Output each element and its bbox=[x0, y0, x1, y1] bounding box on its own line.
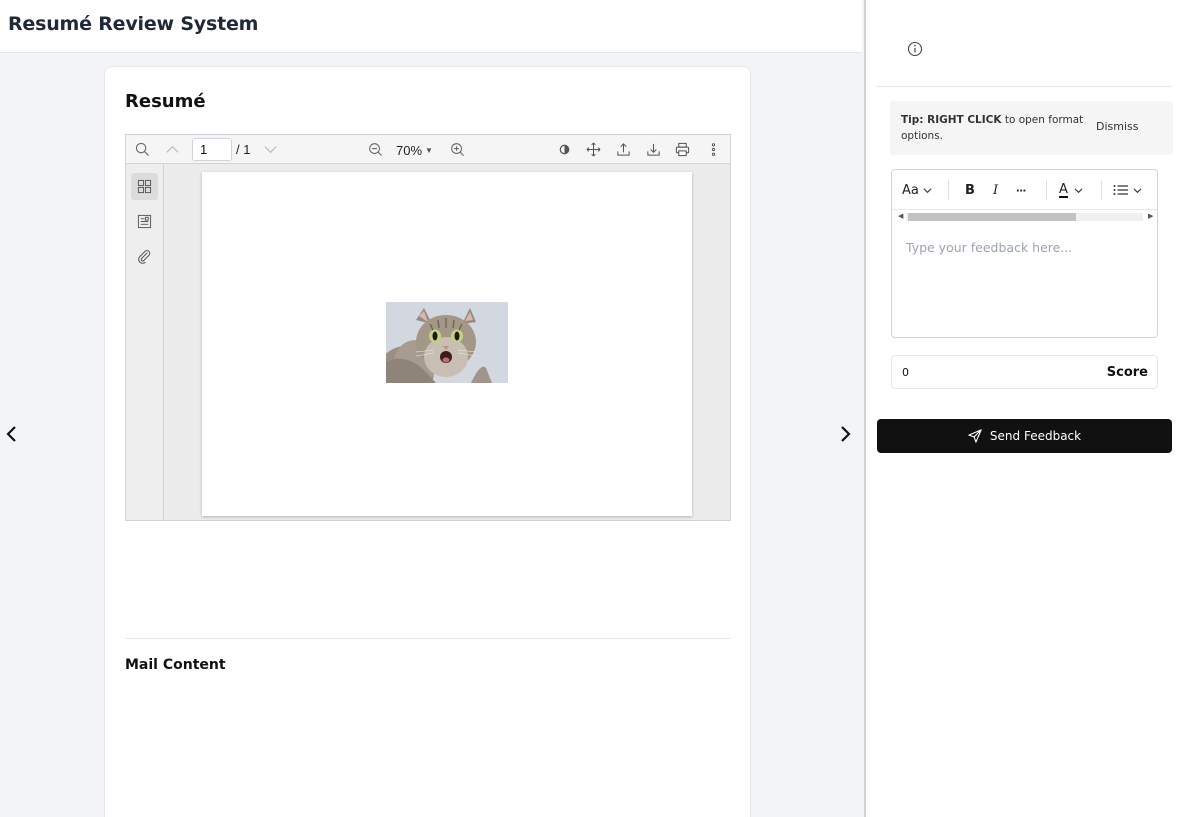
download-icon[interactable] bbox=[644, 140, 662, 158]
score-value: 0 bbox=[902, 366, 909, 379]
outline-icon[interactable] bbox=[131, 208, 158, 235]
info-icon[interactable] bbox=[906, 40, 924, 58]
chevron-left-icon bbox=[6, 426, 16, 442]
search-icon[interactable] bbox=[133, 140, 151, 158]
thumbnails-icon[interactable] bbox=[131, 173, 158, 200]
feedback-editor: Aa B I ··· A ◀ ▶ Type your feedback here… bbox=[891, 169, 1158, 338]
tip-banner: Tip: RIGHT CLICK to open format options.… bbox=[890, 101, 1173, 155]
score-label: Score bbox=[1106, 365, 1148, 380]
font-color-label: A bbox=[1059, 181, 1068, 198]
next-resume-button[interactable] bbox=[833, 420, 857, 448]
toolbar-separator bbox=[1046, 180, 1047, 200]
pdf-canvas bbox=[165, 164, 730, 520]
italic-button[interactable]: I bbox=[993, 181, 998, 199]
previous-resume-button[interactable] bbox=[0, 420, 24, 448]
panel-divider bbox=[876, 86, 1172, 87]
page-up-icon[interactable] bbox=[163, 140, 181, 158]
editor-toolbar: Aa B I ··· A bbox=[892, 170, 1157, 210]
list-icon bbox=[1113, 185, 1128, 195]
font-color-dropdown[interactable]: A bbox=[1059, 181, 1083, 199]
chevron-down-icon bbox=[1133, 187, 1142, 193]
pan-icon[interactable] bbox=[584, 140, 602, 158]
send-icon bbox=[968, 429, 982, 443]
dismiss-button[interactable]: Dismiss bbox=[1096, 120, 1139, 133]
zoom-out-icon[interactable] bbox=[366, 140, 384, 158]
send-feedback-button[interactable]: Send Feedback bbox=[877, 419, 1172, 453]
cat-photo bbox=[386, 302, 508, 383]
pdf-sidebar bbox=[126, 164, 164, 520]
app-header: Resumé Review System bbox=[0, 0, 862, 53]
attachment-icon[interactable] bbox=[131, 243, 158, 270]
scrollbar-thumb[interactable] bbox=[908, 213, 1076, 221]
tip-prefix: Tip: RIGHT CLICK bbox=[901, 114, 1002, 126]
bold-button[interactable]: B bbox=[965, 181, 975, 199]
toolbar-separator bbox=[948, 180, 949, 200]
scroll-right-icon[interactable]: ▶ bbox=[1148, 212, 1153, 222]
annotate-icon[interactable] bbox=[555, 140, 573, 158]
chevron-right-icon bbox=[841, 426, 851, 442]
pdf-viewer: / 1 70%▼ bbox=[125, 134, 731, 521]
zoom-in-icon[interactable] bbox=[448, 140, 466, 158]
resume-title: Resumé bbox=[125, 91, 206, 112]
upload-icon[interactable] bbox=[614, 140, 632, 158]
section-divider bbox=[125, 638, 731, 639]
feedback-panel: Tip: RIGHT CLICK to open format options.… bbox=[864, 0, 1182, 817]
more-icon[interactable] bbox=[704, 140, 722, 158]
list-dropdown[interactable] bbox=[1113, 181, 1142, 199]
feedback-text-area[interactable]: Type your feedback here... bbox=[906, 240, 1072, 255]
page-total: / 1 bbox=[236, 142, 251, 157]
page-number-input[interactable] bbox=[192, 138, 232, 161]
font-size-dropdown[interactable]: Aa bbox=[902, 181, 932, 199]
zoom-value: 70% bbox=[396, 143, 423, 158]
print-icon[interactable] bbox=[673, 140, 691, 158]
caret-down-icon: ▼ bbox=[425, 146, 433, 155]
scroll-left-icon[interactable]: ◀ bbox=[898, 212, 903, 222]
tip-text: Tip: RIGHT CLICK to open format options. bbox=[901, 112, 1086, 144]
score-field[interactable]: 0 Score bbox=[891, 355, 1158, 389]
page-down-icon[interactable] bbox=[261, 140, 279, 158]
app-title: Resumé Review System bbox=[8, 13, 259, 35]
mail-content-title: Mail Content bbox=[125, 657, 226, 673]
chevron-down-icon bbox=[1074, 187, 1083, 193]
more-format-button[interactable]: ··· bbox=[1016, 181, 1027, 199]
toolbar-separator bbox=[1101, 180, 1102, 200]
toolbar-scrollbar[interactable]: ◀ ▶ bbox=[896, 212, 1153, 222]
send-feedback-label: Send Feedback bbox=[989, 429, 1082, 443]
resume-card: Resumé / 1 70%▼ bbox=[104, 66, 751, 817]
font-label: Aa bbox=[902, 182, 919, 198]
pdf-toolbar: / 1 70%▼ bbox=[126, 135, 730, 164]
zoom-select[interactable]: 70% ▼ bbox=[396, 143, 433, 158]
pdf-page bbox=[202, 172, 692, 516]
chevron-down-icon bbox=[923, 187, 932, 193]
